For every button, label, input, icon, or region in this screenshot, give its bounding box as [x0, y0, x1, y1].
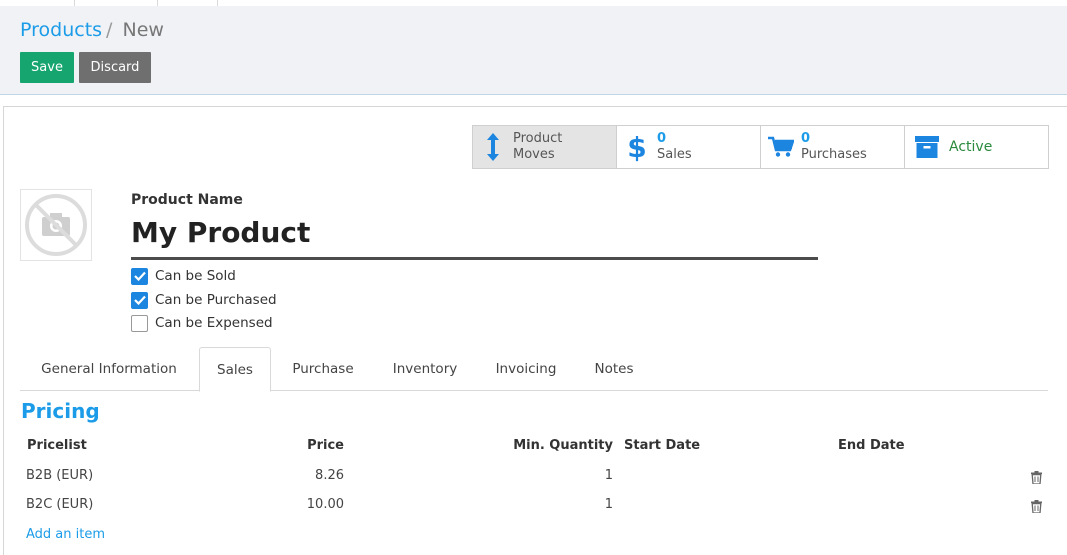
- tab-general-information[interactable]: General Information: [20, 347, 198, 391]
- breadcrumb: Products / New: [20, 19, 164, 41]
- row-pricelist[interactable]: B2B (EUR): [26, 468, 93, 483]
- can-be-expensed-label: Can be Expensed: [155, 315, 273, 331]
- column-header-min-quantity[interactable]: Min. Quantity: [500, 438, 613, 453]
- tab-invoicing[interactable]: Invoicing: [478, 347, 574, 391]
- breadcrumb-separator: /: [106, 19, 113, 41]
- sales-count: 0: [657, 131, 667, 146]
- can-be-sold-label: Can be Sold: [155, 268, 236, 284]
- product-moves-button[interactable]: Product Moves: [472, 125, 617, 169]
- active-label: Active: [949, 139, 993, 155]
- updown-arrow-icon: [473, 133, 513, 161]
- can-be-expensed-checkbox[interactable]: Can be Expensed: [131, 314, 273, 332]
- notebook-tabs: General Information Sales Purchase Inven…: [20, 347, 1048, 392]
- trash-icon[interactable]: [1031, 498, 1042, 517]
- sales-button[interactable]: $ 0 Sales: [616, 125, 761, 169]
- product-moves-line2: Moves: [513, 147, 555, 162]
- row-price[interactable]: 8.26: [293, 468, 344, 483]
- tab-notes[interactable]: Notes: [580, 347, 648, 391]
- product-moves-line1: Product: [513, 131, 563, 146]
- row-min-quantity[interactable]: 1: [560, 468, 613, 483]
- can-be-sold-checkbox[interactable]: Can be Sold: [131, 267, 236, 285]
- column-header-end-date[interactable]: End Date: [838, 438, 905, 453]
- column-header-pricelist[interactable]: Pricelist: [27, 438, 87, 453]
- pricing-section-title: Pricing: [21, 399, 100, 423]
- product-name-input[interactable]: My Product: [131, 214, 818, 260]
- archive-icon: [905, 136, 949, 158]
- checkbox-checked-icon[interactable]: [131, 291, 148, 309]
- trash-icon[interactable]: [1031, 469, 1042, 488]
- cart-icon: [761, 136, 801, 158]
- can-be-purchased-checkbox[interactable]: Can be Purchased: [131, 291, 277, 309]
- column-header-price[interactable]: Price: [293, 438, 344, 453]
- breadcrumb-current: New: [122, 19, 164, 41]
- dollar-icon: $: [627, 130, 647, 164]
- row-price[interactable]: 10.00: [293, 497, 344, 512]
- checkbox-unchecked-icon[interactable]: [131, 314, 148, 332]
- discard-button[interactable]: Discard: [79, 52, 151, 83]
- purchases-count: 0: [801, 131, 811, 146]
- control-panel: Products / New Save Discard: [0, 6, 1067, 95]
- checkbox-checked-icon[interactable]: [131, 267, 148, 285]
- purchases-button[interactable]: 0 Purchases: [760, 125, 905, 169]
- save-button[interactable]: Save: [20, 52, 74, 83]
- tab-sales[interactable]: Sales: [199, 347, 271, 392]
- row-pricelist[interactable]: B2C (EUR): [26, 497, 93, 512]
- add-item-link[interactable]: Add an item: [26, 527, 105, 542]
- product-name-label: Product Name: [131, 192, 243, 208]
- column-header-start-date[interactable]: Start Date: [624, 438, 700, 453]
- tab-inventory[interactable]: Inventory: [375, 347, 475, 391]
- sales-label: Sales: [657, 147, 692, 162]
- active-toggle-button[interactable]: Active: [904, 125, 1049, 169]
- row-min-quantity[interactable]: 1: [560, 497, 613, 512]
- can-be-purchased-label: Can be Purchased: [155, 292, 277, 308]
- purchases-label: Purchases: [801, 147, 867, 162]
- no-image-camera-icon: [25, 194, 87, 256]
- product-image[interactable]: [20, 189, 92, 261]
- tab-purchase[interactable]: Purchase: [275, 347, 371, 391]
- breadcrumb-products-link[interactable]: Products: [20, 19, 102, 41]
